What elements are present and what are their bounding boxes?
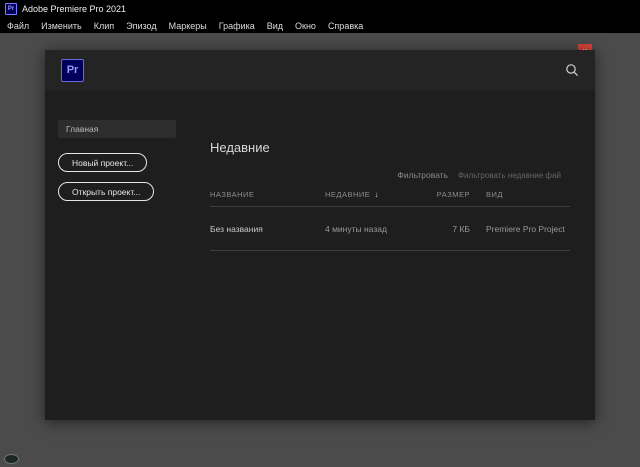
table-row[interactable]: Без названия 4 минуты назад 7 КБ Premier… [210, 207, 570, 251]
column-header-kind[interactable]: ВИД [470, 190, 570, 199]
cell-file-size: 7 КБ [425, 224, 470, 234]
search-icon [565, 63, 579, 77]
cell-project-name: Без названия [210, 224, 325, 234]
sidebar-buttons: Новый проект... Открыть проект... [58, 153, 183, 201]
sort-descending-icon: ↓ [374, 190, 379, 199]
menu-bar: Файл Изменить Клип Эпизод Маркеры График… [0, 18, 640, 33]
cell-recent-time: 4 минуты назад [325, 224, 425, 234]
menu-edit[interactable]: Изменить [41, 21, 82, 31]
menu-window[interactable]: Окно [295, 21, 316, 31]
menu-markers[interactable]: Маркеры [169, 21, 207, 31]
column-header-name[interactable]: НАЗВАНИЕ [210, 190, 325, 199]
new-project-button[interactable]: Новый проект... [58, 153, 147, 172]
premiere-logo-badge: Pr [61, 59, 84, 82]
menu-sequence[interactable]: Эпизод [126, 21, 156, 31]
filter-row: Фильтровать [210, 170, 570, 180]
column-header-recent[interactable]: НЕДАВНИЕ↓ [325, 190, 425, 199]
menu-clip[interactable]: Клип [94, 21, 114, 31]
home-body: Главная Новый проект... Открыть проект..… [45, 90, 595, 420]
home-screen-dialog: Pr Главная Новый проект... Открыть [45, 50, 595, 420]
column-header-size[interactable]: РАЗМЕР [425, 190, 470, 199]
menu-file[interactable]: Файл [7, 21, 29, 31]
window-title: Adobe Premiere Pro 2021 [22, 4, 126, 14]
menu-graphics[interactable]: Графика [219, 21, 255, 31]
app-window: Pr Adobe Premiere Pro 2021 Файл Изменить… [0, 0, 640, 467]
home-header: Pr [45, 50, 595, 90]
workspace-background: × Pr Главная Новый проек [0, 33, 640, 467]
title-bar: Pr Adobe Premiere Pro 2021 [0, 0, 640, 18]
cell-file-kind: Premiere Pro Project [470, 224, 570, 234]
premiere-app-icon: Pr [5, 3, 17, 15]
menu-view[interactable]: Вид [267, 21, 283, 31]
home-sidebar: Главная Новый проект... Открыть проект..… [58, 120, 183, 201]
recent-files-table: НАЗВАНИЕ НЕДАВНИЕ↓ РАЗМЕР ВИД Без назван… [210, 190, 570, 251]
open-project-button[interactable]: Открыть проект... [58, 182, 154, 201]
sidebar-item-home[interactable]: Главная [58, 120, 176, 138]
table-header-row: НАЗВАНИЕ НЕДАВНИЕ↓ РАЗМЕР ВИД [210, 190, 570, 207]
filter-input[interactable] [458, 171, 570, 180]
filter-label: Фильтровать [397, 170, 448, 180]
search-button[interactable] [565, 63, 579, 77]
menu-help[interactable]: Справка [328, 21, 363, 31]
overlay-indicator-icon [4, 454, 19, 464]
recent-section: Недавние Фильтровать НАЗВАНИЕ НЕДАВНИЕ↓ … [210, 90, 570, 251]
recent-heading: Недавние [210, 140, 570, 155]
